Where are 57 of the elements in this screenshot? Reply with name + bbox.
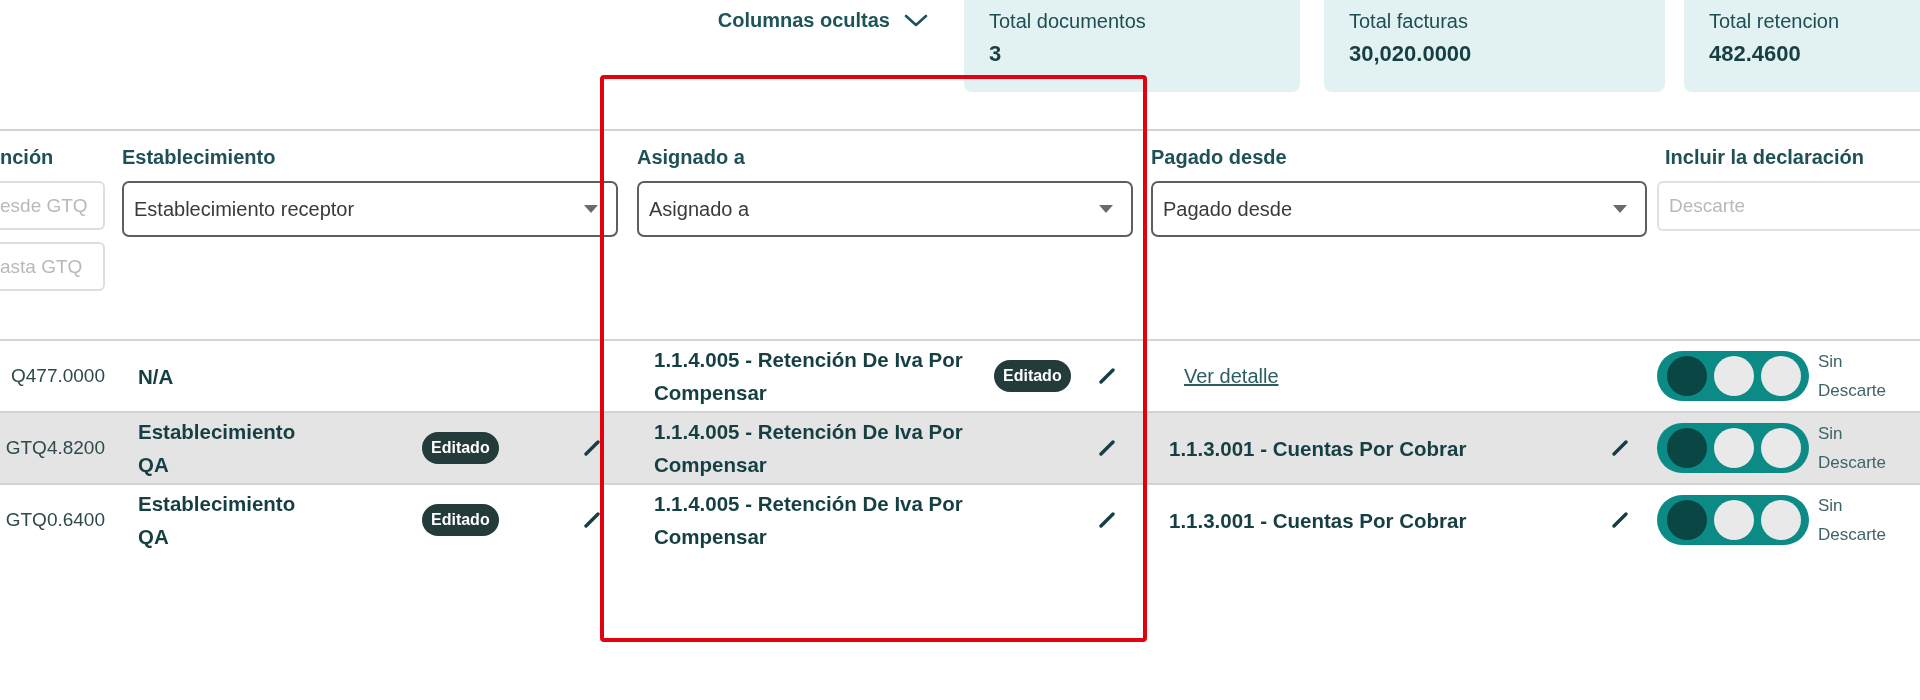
pencil-icon bbox=[1612, 512, 1628, 528]
detail-link[interactable]: Ver detalle bbox=[1184, 364, 1279, 388]
amount-text: Q477.0000 bbox=[10, 365, 105, 387]
summary-value: 3 bbox=[989, 41, 1002, 67]
account-text: 1.1.3.001 - Cuentas Por Cobrar bbox=[1169, 507, 1467, 534]
summary-label: Total facturas bbox=[1349, 9, 1468, 33]
pencil-icon bbox=[584, 512, 600, 528]
establishment-text: Establecimiento QA bbox=[138, 419, 297, 478]
column-header: Asignado a bbox=[637, 145, 745, 169]
caret-down-icon bbox=[584, 205, 598, 213]
caret-down-icon bbox=[1099, 205, 1113, 213]
establishment-text: N/A bbox=[138, 363, 174, 390]
account-text: 1.1.3.001 - Cuentas Por Cobrar bbox=[1169, 435, 1467, 462]
summary-value: 482.4600 bbox=[1709, 41, 1801, 67]
dropdown-field[interactable]: Establecimiento receptor bbox=[122, 181, 618, 237]
establishment-text: Establecimiento QA bbox=[138, 491, 297, 550]
edit-button[interactable] bbox=[1099, 440, 1115, 456]
summary-label: Total documentos bbox=[989, 9, 1146, 33]
edit-button[interactable] bbox=[1612, 440, 1628, 456]
toggle-label: Sin Descarte bbox=[1818, 423, 1888, 474]
amount-text: GTQ4.8200 bbox=[5, 437, 105, 459]
pencil-icon bbox=[1612, 440, 1628, 456]
amount-input[interactable]: asta GTQ bbox=[0, 242, 105, 291]
column-header: Incluir la declaración bbox=[1665, 145, 1864, 169]
summary-label: Total retencion bbox=[1709, 9, 1840, 33]
pencil-icon bbox=[584, 440, 600, 456]
column-header: Pagado desde bbox=[1151, 145, 1287, 169]
edited-badge: Editado bbox=[994, 360, 1071, 392]
caret-down-icon bbox=[1613, 205, 1627, 213]
dropdown-field[interactable]: Asignado a bbox=[637, 181, 1133, 237]
input-field[interactable]: Descarte bbox=[1657, 181, 1920, 231]
edited-badge: Editado bbox=[422, 432, 499, 464]
chevron-down-icon bbox=[904, 13, 928, 28]
toggle-label: Sin Descarte bbox=[1818, 495, 1888, 546]
pencil-icon bbox=[1099, 368, 1115, 384]
summary-value: 30,020.0000 bbox=[1349, 41, 1472, 67]
pencil-icon bbox=[1099, 512, 1115, 528]
edit-button[interactable] bbox=[1612, 512, 1628, 528]
edited-badge: Editado bbox=[422, 504, 499, 536]
pencil-icon bbox=[1099, 440, 1115, 456]
edit-button[interactable] bbox=[584, 512, 600, 528]
edit-button[interactable] bbox=[584, 440, 600, 456]
account-text: 1.1.4.005 - Retención De Iva Por Compensar bbox=[654, 491, 964, 550]
tri-state-toggle[interactable] bbox=[1657, 351, 1809, 401]
hidden-columns-button[interactable]: Columnas ocultas bbox=[717, 9, 928, 32]
account-text: 1.1.4.005 - Retención De Iva Por Compensar bbox=[654, 347, 964, 406]
column-header: Establecimiento bbox=[122, 145, 276, 169]
tri-state-toggle[interactable] bbox=[1657, 495, 1809, 545]
edit-button[interactable] bbox=[1099, 512, 1115, 528]
toggle-label: Sin Descarte bbox=[1818, 351, 1888, 402]
dropdown-field[interactable]: Pagado desde bbox=[1151, 181, 1647, 237]
tri-state-toggle[interactable] bbox=[1657, 423, 1809, 473]
column-header: nción bbox=[0, 145, 54, 169]
amount-input[interactable]: esde GTQ bbox=[0, 181, 105, 230]
amount-text: GTQ0.6400 bbox=[5, 509, 105, 531]
account-text: 1.1.4.005 - Retención De Iva Por Compensar bbox=[654, 419, 964, 478]
edit-button[interactable] bbox=[1099, 368, 1115, 384]
